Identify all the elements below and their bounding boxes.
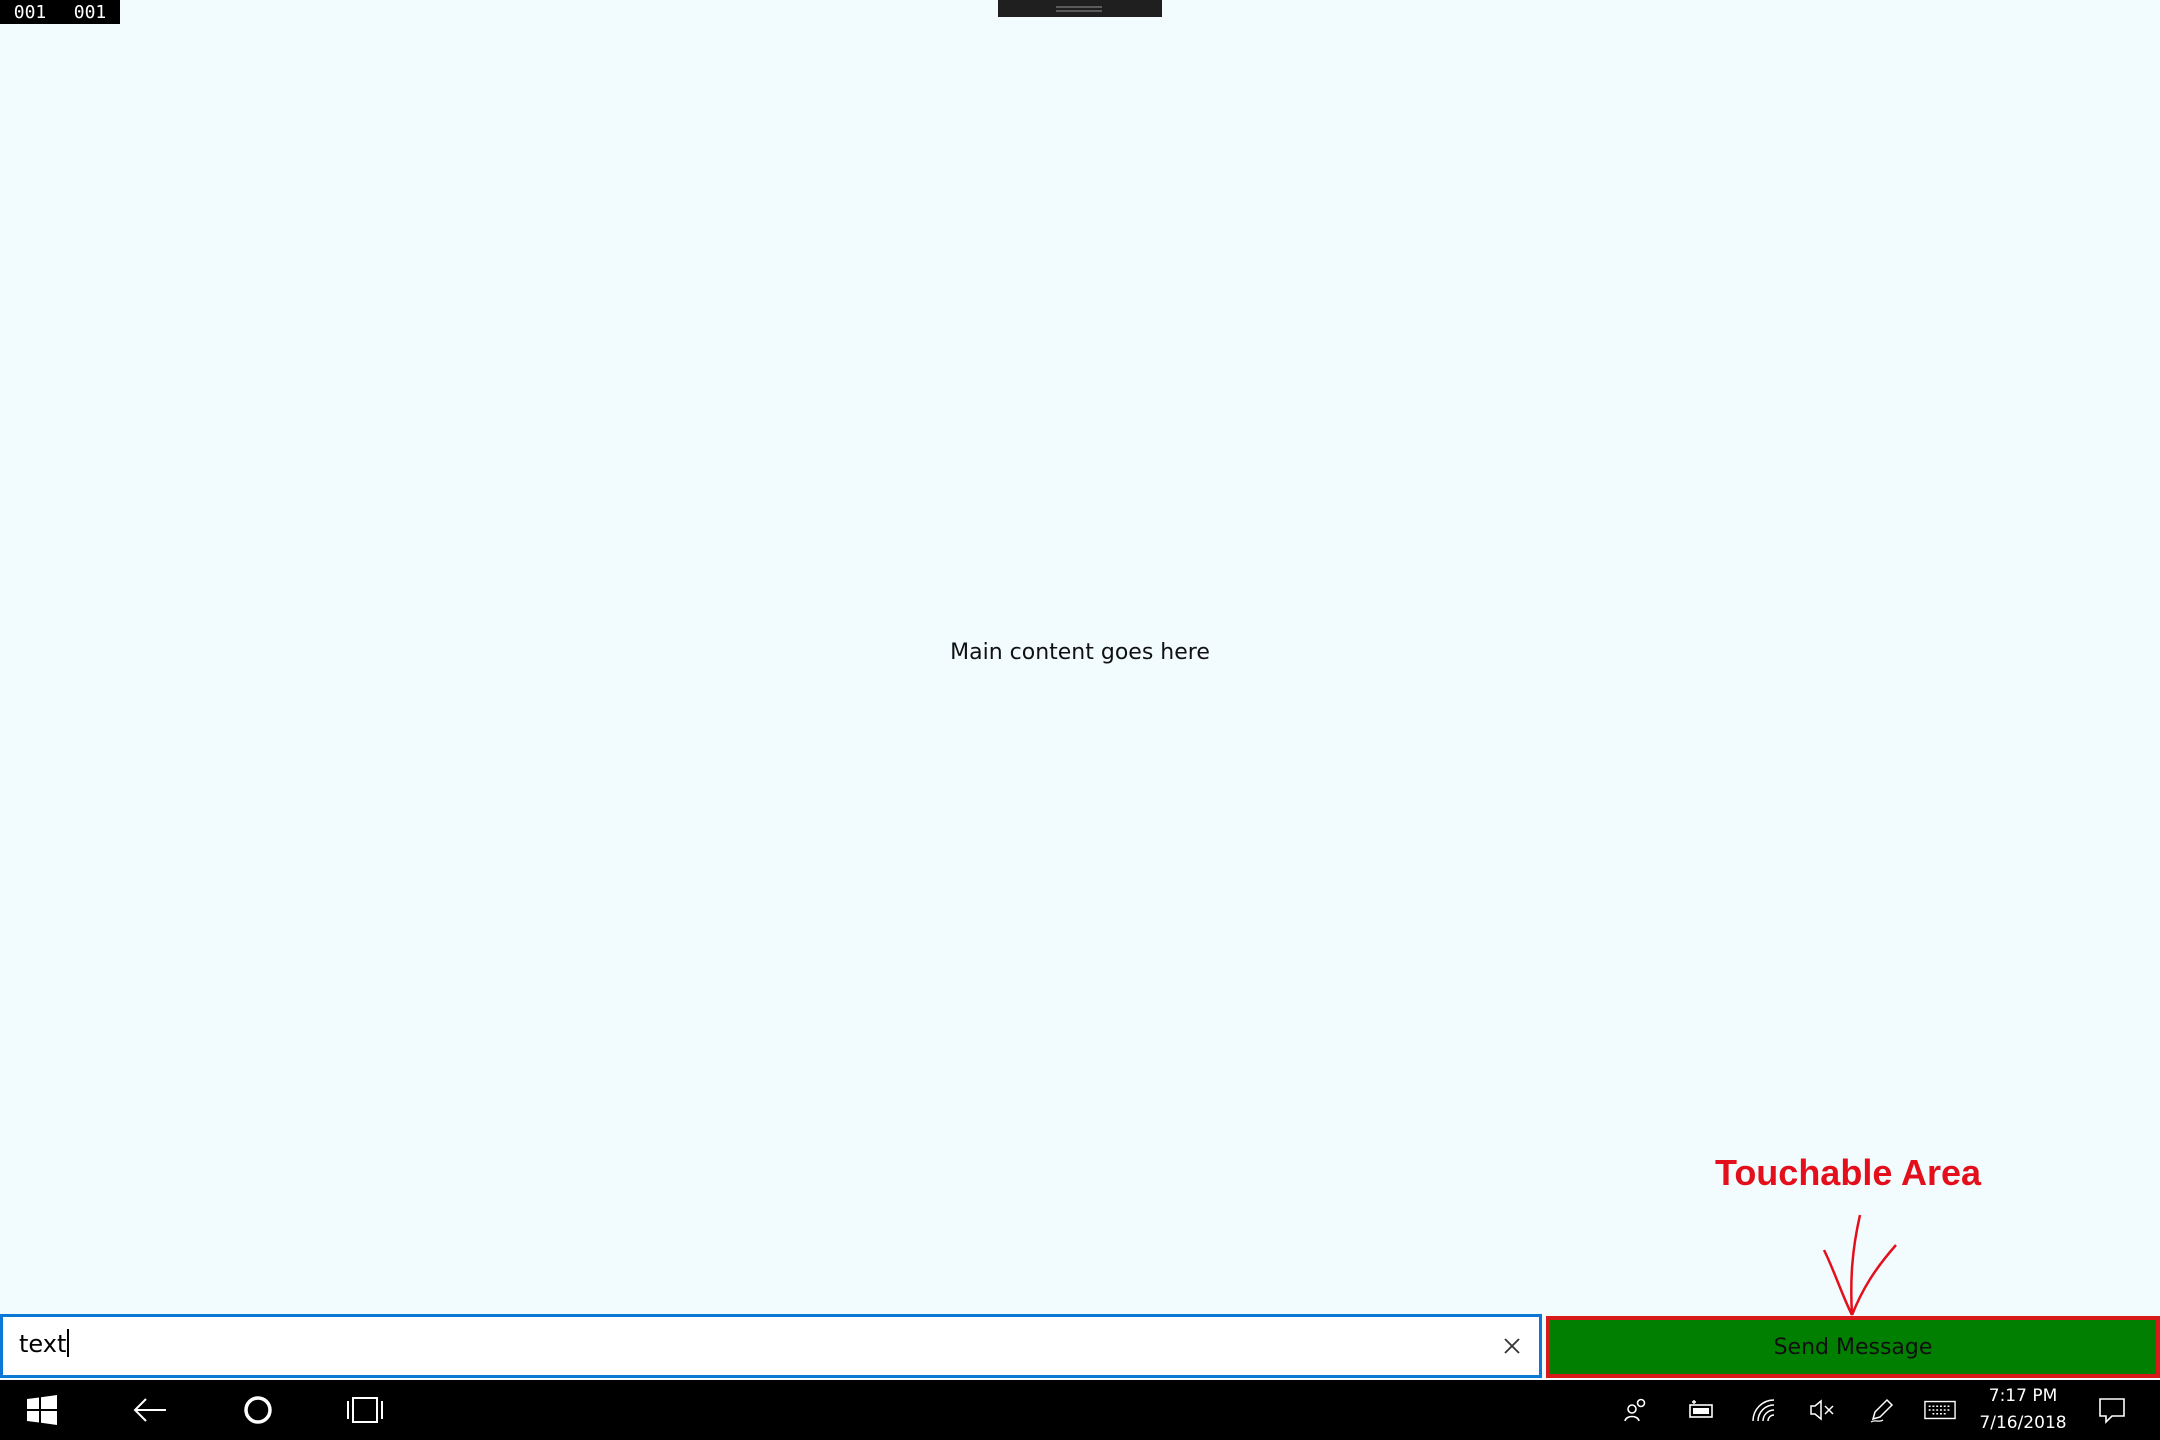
pen-workspace-button[interactable] <box>1866 1394 1898 1426</box>
grip-line <box>1056 10 1102 12</box>
counter-left: 001 <box>13 1 47 23</box>
clock[interactable]: 7:17 PM 7/16/2018 <box>1960 1383 2086 1437</box>
windows-start-icon <box>27 1395 57 1425</box>
back-button[interactable] <box>130 1390 170 1430</box>
send-message-label: Send Message <box>1773 1334 1933 1360</box>
send-message-button[interactable]: Send Message <box>1546 1316 2160 1378</box>
task-view-icon <box>347 1397 383 1423</box>
touch-keyboard-icon <box>1924 1400 1956 1420</box>
battery-icon <box>1689 1400 1713 1418</box>
annotation-label: Touchable Area <box>1715 1152 1982 1193</box>
action-center-icon <box>2099 1398 2125 1424</box>
volume-muted-icon <box>1810 1399 1834 1421</box>
frame-counter: 001 001 <box>0 0 120 24</box>
people-button[interactable] <box>1620 1394 1652 1426</box>
pen-workspace-icon <box>1870 1398 1894 1423</box>
people-icon <box>1624 1398 1646 1422</box>
start-button[interactable] <box>22 1390 62 1430</box>
network-button[interactable] <box>1747 1394 1779 1426</box>
action-center-button[interactable] <box>2096 1394 2128 1426</box>
annotation-arrow-icon <box>1822 1214 1897 1316</box>
grip-line <box>1056 6 1102 8</box>
message-input[interactable]: text <box>0 1314 1542 1378</box>
text-caret <box>67 1329 70 1357</box>
touch-keyboard-button[interactable] <box>1924 1394 1956 1426</box>
task-view-button[interactable] <box>345 1390 385 1430</box>
back-arrow-icon <box>133 1398 166 1422</box>
message-input-text: text <box>19 1330 67 1358</box>
window-drag-handle[interactable] <box>998 0 1162 17</box>
main-content-text: Main content goes here <box>950 640 1210 665</box>
message-input-value[interactable]: text <box>19 1329 70 1358</box>
wifi-icon <box>1752 1399 1775 1422</box>
cortana-button[interactable] <box>238 1390 278 1430</box>
close-icon <box>1504 1338 1520 1354</box>
counter-right: 001 <box>73 1 107 23</box>
clear-input-button[interactable] <box>1499 1333 1525 1359</box>
taskbar: 7:17 PM 7/16/2018 <box>0 1380 2160 1440</box>
clock-time: 7:17 PM <box>1988 1386 2058 1406</box>
clock-date: 7/16/2018 <box>1979 1413 2067 1433</box>
cortana-circle-icon <box>244 1396 272 1424</box>
volume-button[interactable] <box>1806 1394 1838 1426</box>
battery-button[interactable] <box>1686 1394 1718 1426</box>
